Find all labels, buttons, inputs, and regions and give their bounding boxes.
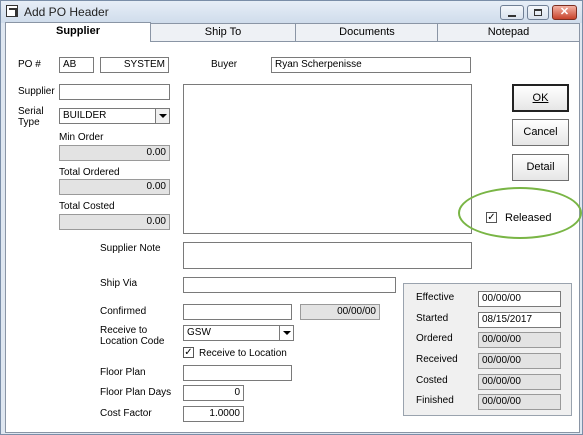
received-label: Received [416,354,458,365]
cost-factor-label: Cost Factor [100,408,152,419]
started-date-field[interactable]: 08/15/2017 [478,312,561,328]
started-label: Started [416,313,449,324]
po-label: PO # [18,59,41,70]
serial-type-dropdown[interactable]: BUILDER [59,108,170,124]
floor-plan-days-label: Floor Plan Days [100,387,172,398]
supplier-note-label: Supplier Note [100,243,161,254]
checkmark-icon: ✓ [184,347,193,358]
ship-via-label: Ship Via [100,278,138,289]
costed-label: Costed [416,375,448,386]
tab-documents[interactable]: Documents [295,23,439,41]
serial-type-label: Serial Type [18,106,44,128]
floor-plan-label: Floor Plan [100,367,146,378]
confirmed-field[interactable] [183,304,292,320]
receive-location-code-dropdown[interactable]: GSW [183,325,294,341]
checkmark-icon: ✓ [487,212,496,223]
chevron-down-icon[interactable] [155,109,169,123]
minimize-icon [508,14,516,17]
tab-supplier[interactable]: Supplier [5,22,151,42]
released-checkbox[interactable]: ✓ [486,212,497,223]
min-order-label: Min Order [59,132,104,143]
po-number-field[interactable]: SYSTEM [100,57,169,73]
finished-date-field: 00/00/00 [478,394,561,410]
serial-type-value: BUILDER [63,110,107,121]
supplier-label: Supplier [18,86,55,97]
ordered-label: Ordered [416,333,453,344]
min-order-field: 0.00 [59,145,170,161]
total-costed-label: Total Costed [59,201,115,212]
cost-factor-field[interactable]: 1.0000 [183,406,244,422]
floor-plan-days-field[interactable]: 0 [183,385,244,401]
close-icon: ✕ [559,6,570,18]
app-icon [6,5,18,17]
tab-notepad[interactable]: Notepad [437,23,580,41]
ordered-date-field: 00/00/00 [478,332,561,348]
effective-label: Effective [416,292,455,303]
supplier-note-field[interactable] [183,242,472,269]
receive-to-location-label: Receive to Location [199,348,287,359]
buyer-field[interactable]: Ryan Scherpenisse [271,57,471,73]
ship-via-field[interactable] [183,277,396,293]
costed-date-field: 00/00/00 [478,374,561,390]
received-date-field: 00/00/00 [478,353,561,369]
floor-plan-field[interactable] [183,365,292,381]
receive-location-code-label: Receive to Location Code [100,325,165,347]
close-button[interactable]: ✕ [552,5,577,20]
detail-button-label: Detail [526,161,555,173]
cancel-button[interactable]: Cancel [512,119,569,146]
total-costed-field: 0.00 [59,214,170,230]
receive-location-code-value: GSW [187,327,211,338]
confirmed-date-field: 00/00/00 [300,304,380,320]
confirmed-label: Confirmed [100,306,147,317]
receive-to-location-checkbox[interactable]: ✓ [183,347,194,358]
add-po-header-window: Add PO Header ✕ Supplier Ship To Documen… [0,0,583,435]
cancel-button-label: Cancel [523,126,558,138]
tab-ship-to[interactable]: Ship To [149,23,297,41]
detail-button[interactable]: Detail [512,154,569,181]
dropdown-button-icon[interactable] [279,326,293,340]
minimize-button[interactable] [500,5,524,20]
po-prefix-field[interactable]: AB [59,57,94,73]
window-title: Add PO Header [24,5,109,19]
ok-button-label: OK [532,92,549,104]
effective-date-field[interactable]: 00/00/00 [478,291,561,307]
maximize-button[interactable] [527,5,549,20]
supplier-address-area[interactable] [183,84,472,234]
supplier-dropdown[interactable] [59,84,170,100]
finished-label: Finished [416,395,454,406]
released-label: Released [505,212,552,224]
title-bar: Add PO Header ✕ [1,1,582,23]
total-ordered-label: Total Ordered [59,167,120,178]
maximize-icon [534,9,542,16]
ok-button[interactable]: OK [512,84,569,112]
buyer-label: Buyer [211,59,238,70]
total-ordered-field: 0.00 [59,179,170,195]
